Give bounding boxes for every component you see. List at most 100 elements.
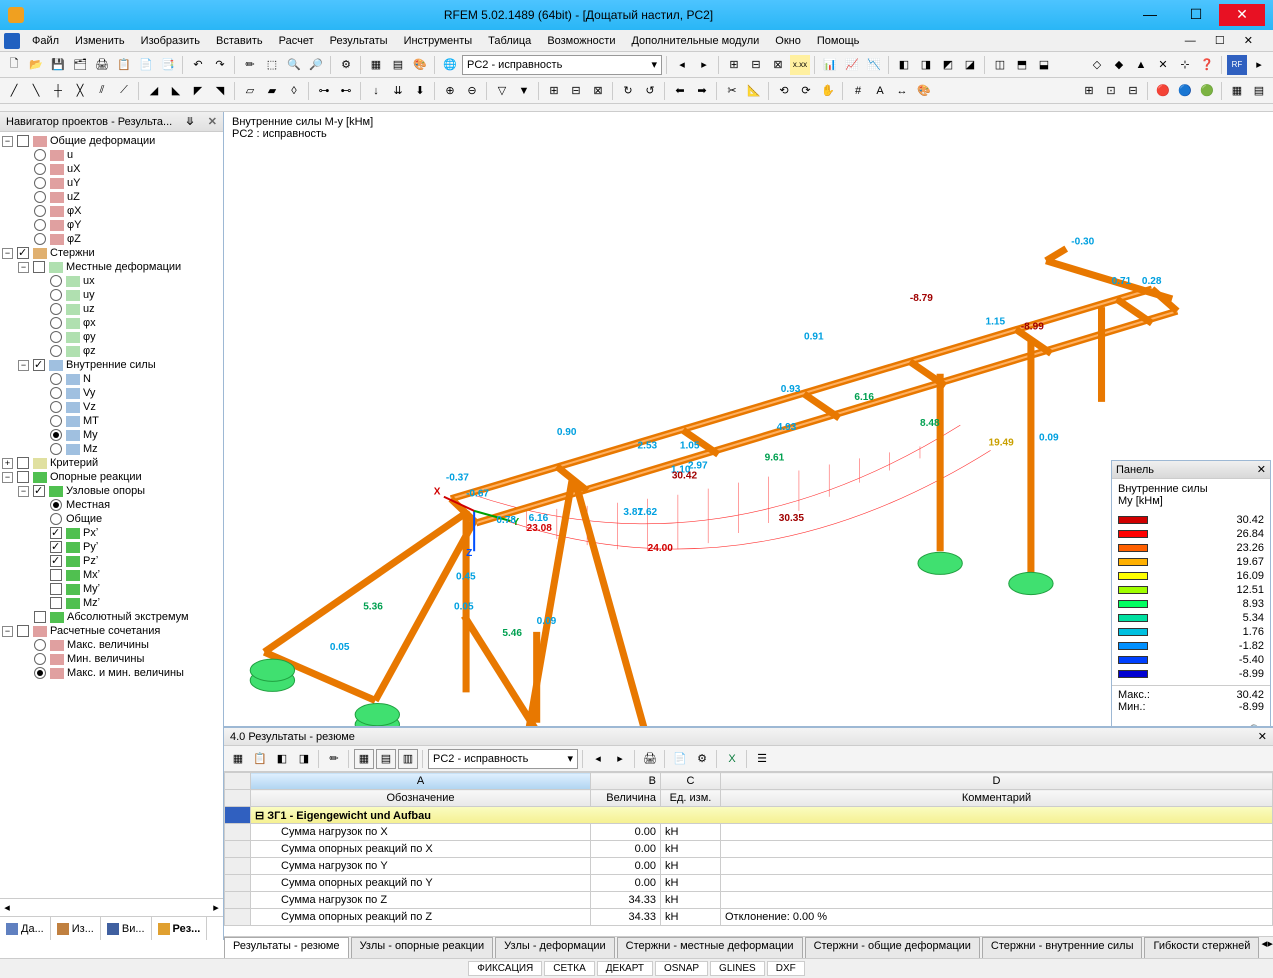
color1-icon[interactable]: 🔴	[1153, 81, 1173, 101]
rtab-memforces[interactable]: Стержни - внутренние силы	[982, 937, 1143, 958]
tree-nodal-2[interactable]: Pzʼ	[2, 554, 221, 568]
mod2-icon[interactable]: ▸	[1249, 55, 1269, 75]
ex1-icon[interactable]: ▦	[1227, 81, 1247, 101]
mesh2-icon[interactable]: ⊟	[566, 81, 586, 101]
render1-icon[interactable]: ◧	[894, 55, 914, 75]
line6-icon[interactable]: ⟋	[114, 81, 134, 101]
result-row[interactable]: Сумма опорных реакций по Y0.00kН	[225, 875, 1273, 892]
menu-help[interactable]: Помощь	[809, 33, 868, 49]
tree-force-Mz[interactable]: Mz	[2, 442, 221, 456]
line4-icon[interactable]: ╳	[70, 81, 90, 101]
panel-header[interactable]: Панель✕	[1112, 461, 1270, 479]
tg-num[interactable]: #	[848, 81, 868, 101]
tree-def-uZ[interactable]: uZ	[2, 190, 221, 204]
menu-view[interactable]: Изобразить	[133, 33, 208, 49]
view3-icon[interactable]: ⊠	[768, 55, 788, 75]
zoomout-icon[interactable]: 🔎	[306, 55, 326, 75]
snap1-icon[interactable]: ◇	[1087, 55, 1107, 75]
tree-nodal-3[interactable]: Mxʼ	[2, 568, 221, 582]
tree-force-MT[interactable]: MT	[2, 414, 221, 428]
tree-def-φY[interactable]: φY	[2, 218, 221, 232]
tab-results[interactable]: Рез...	[152, 917, 208, 940]
view1-icon[interactable]: ⊞	[724, 55, 744, 75]
rt-new[interactable]: ▦	[228, 749, 248, 769]
sx3-icon[interactable]: ◤	[188, 81, 208, 101]
link2-icon[interactable]: ⊷	[336, 81, 356, 101]
line1-icon[interactable]: ╱	[4, 81, 24, 101]
tab-display[interactable]: Из...	[51, 917, 101, 940]
prev-icon[interactable]: ◂	[672, 55, 692, 75]
render2-icon[interactable]: ◨	[916, 55, 936, 75]
surf3-icon[interactable]: ◊	[284, 81, 304, 101]
scroll-right[interactable]: ▸	[209, 901, 223, 914]
rt-filter[interactable]: ☰	[752, 749, 772, 769]
tree-local-uz[interactable]: uz	[2, 302, 221, 316]
results-combo[interactable]: PC2 - исправность▾	[428, 749, 578, 769]
rtab-memglobal[interactable]: Стержни - общие деформации	[805, 937, 980, 958]
minimize-button[interactable]: —	[1127, 4, 1173, 26]
pan-icon[interactable]: ✋	[818, 81, 838, 101]
rtab-slender[interactable]: Гибкости стержней	[1144, 937, 1259, 958]
rot1-icon[interactable]: ⟲	[774, 81, 794, 101]
loadn-icon[interactable]: ↓	[366, 81, 386, 101]
redo-icon[interactable]: ↷	[210, 55, 230, 75]
rtab-summary[interactable]: Результаты - резюме	[224, 937, 349, 958]
tree-local-φy[interactable]: φy	[2, 330, 221, 344]
result-row[interactable]: Сумма опорных реакций по Z34.33kНОтклоне…	[225, 909, 1273, 926]
surf1-icon[interactable]: ▱	[240, 81, 260, 101]
line2-icon[interactable]: ╲	[26, 81, 46, 101]
rt-txt[interactable]: 📄	[670, 749, 690, 769]
mdi-max[interactable]: ☐	[1207, 33, 1233, 49]
panel-close-icon[interactable]: ✕	[1257, 463, 1266, 476]
sb-dxf[interactable]: DXF	[767, 961, 805, 976]
doc-icon[interactable]: 📑	[158, 55, 178, 75]
sidebar-pin-icon[interactable]: ⤋	[185, 115, 194, 128]
render4-icon[interactable]: ◪	[960, 55, 980, 75]
surf2-icon[interactable]: ▰	[262, 81, 282, 101]
rt-excel[interactable]: X	[722, 749, 742, 769]
mod1-icon[interactable]: RF	[1227, 55, 1247, 75]
tree-force-Vy[interactable]: Vy	[2, 386, 221, 400]
rt-col3[interactable]: ▥	[398, 749, 418, 769]
tree-local-uy[interactable]: uy	[2, 288, 221, 302]
grid-icon[interactable]: ⊹	[1175, 55, 1195, 75]
sup2-icon[interactable]: ▼	[514, 81, 534, 101]
color3-icon[interactable]: 🟢	[1197, 81, 1217, 101]
select-icon[interactable]: ⬚	[262, 55, 282, 75]
rt-copy[interactable]: 📋	[250, 749, 270, 769]
snap2-icon[interactable]: ◆	[1109, 55, 1129, 75]
tg-dim[interactable]: ↔	[892, 81, 912, 101]
tree-def-φZ[interactable]: φZ	[2, 232, 221, 246]
maximize-button[interactable]: ☐	[1173, 4, 1219, 26]
tree-local-ux[interactable]: ux	[2, 274, 221, 288]
menu-addons[interactable]: Дополнительные модули	[623, 33, 767, 49]
result-row[interactable]: Сумма нагрузок по X0.00kН	[225, 824, 1273, 841]
view-prev[interactable]: ⬅	[670, 81, 690, 101]
cut2-icon[interactable]: 📐	[744, 81, 764, 101]
rtab-nodsup[interactable]: Узлы - опорные реакции	[351, 937, 494, 958]
rt-col2[interactable]: ▤	[376, 749, 396, 769]
scroll-left[interactable]: ◂	[0, 901, 14, 914]
ref1-icon[interactable]: ↻	[618, 81, 638, 101]
globe-icon[interactable]: 🌐	[440, 55, 460, 75]
help-icon[interactable]: ❓	[1197, 55, 1217, 75]
palette-icon[interactable]: 🎨	[410, 55, 430, 75]
rt-next[interactable]: ▸	[610, 749, 630, 769]
tree-force-N[interactable]: N	[2, 372, 221, 386]
cut1-icon[interactable]: ✂	[722, 81, 742, 101]
rtab-noddef[interactable]: Узлы - деформации	[495, 937, 614, 958]
menu-file[interactable]: Файл	[24, 33, 67, 49]
navigator-tree[interactable]: −Общие деформации uuXuYuZφXφYφZ −Стержни…	[0, 132, 223, 898]
undo-icon[interactable]: ↶	[188, 55, 208, 75]
sb-glines[interactable]: GLINES	[710, 961, 765, 976]
sup1-icon[interactable]: ▽	[492, 81, 512, 101]
sb-osnap[interactable]: OSNAP	[655, 961, 708, 976]
tree-def-u[interactable]: u	[2, 148, 221, 162]
tree-force-Vz[interactable]: Vz	[2, 400, 221, 414]
res1-icon[interactable]: 📊	[820, 55, 840, 75]
sx1-icon[interactable]: ◢	[144, 81, 164, 101]
rot2-icon[interactable]: ⟳	[796, 81, 816, 101]
filt1-icon[interactable]: ⊞	[1079, 81, 1099, 101]
tree-local-φz[interactable]: φz	[2, 344, 221, 358]
rtab-memlocal[interactable]: Стержни - местные деформации	[617, 937, 803, 958]
